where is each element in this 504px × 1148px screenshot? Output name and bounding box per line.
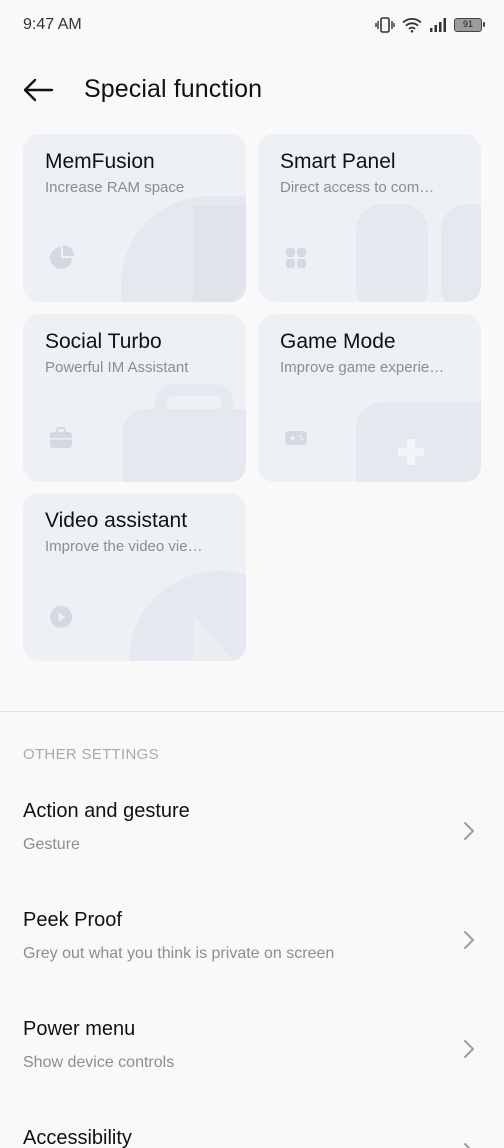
grid-icon xyxy=(286,248,306,268)
card-subtitle: Improve game experie… xyxy=(280,359,445,376)
card-title: Game Mode xyxy=(280,330,396,353)
row-title: Action and gesture xyxy=(23,800,190,822)
status-time: 9:47 AM xyxy=(23,16,82,33)
settings-row-power-menu[interactable]: Power menu Show device controls xyxy=(0,1018,504,1114)
section-header-other-settings: OTHER SETTINGS xyxy=(23,746,159,763)
chevron-right-icon xyxy=(464,931,474,949)
chevron-right-icon xyxy=(464,822,474,840)
gamepad-icon xyxy=(285,431,307,445)
pie-chart-icon xyxy=(50,245,74,269)
card-social-turbo[interactable]: Social Turbo Powerful IM Assistant xyxy=(23,314,246,482)
signal-icon xyxy=(429,17,447,33)
card-title: Video assistant xyxy=(45,509,188,532)
status-icons: 91 xyxy=(375,14,485,36)
card-subtitle: Increase RAM space xyxy=(45,179,185,196)
back-arrow-icon xyxy=(23,78,54,102)
card-title: Smart Panel xyxy=(280,150,396,173)
chevron-right-icon xyxy=(464,1040,474,1058)
card-title: MemFusion xyxy=(45,150,155,173)
status-bar: 9:47 AM 91 xyxy=(0,0,504,52)
row-title: Power menu xyxy=(23,1018,136,1040)
back-button[interactable] xyxy=(18,72,58,108)
vibrate-icon xyxy=(375,16,395,34)
card-subtitle: Improve the video vie… xyxy=(45,538,203,555)
card-memfusion[interactable]: MemFusion Increase RAM space xyxy=(23,134,246,302)
page-title: Special function xyxy=(84,75,263,103)
card-subtitle: Powerful IM Assistant xyxy=(45,359,189,376)
wifi-icon xyxy=(402,17,422,33)
card-video-assistant[interactable]: Video assistant Improve the video vie… xyxy=(23,493,246,661)
play-icon xyxy=(50,606,72,628)
row-subtitle: Show device controls xyxy=(23,1054,175,1071)
card-game-mode[interactable]: Game Mode Improve game experie… xyxy=(258,314,481,482)
briefcase-icon xyxy=(50,427,72,448)
settings-row-peek-proof[interactable]: Peek Proof Grey out what you think is pr… xyxy=(0,909,504,1005)
settings-row-accessibility[interactable]: Accessibility xyxy=(0,1127,504,1148)
card-title: Social Turbo xyxy=(45,330,162,353)
card-subtitle: Direct access to com… xyxy=(280,179,435,196)
chevron-right-icon xyxy=(464,1143,471,1148)
settings-row-action-gesture[interactable]: Action and gesture Gesture xyxy=(0,800,504,896)
row-title: Peek Proof xyxy=(23,909,122,931)
row-title: Accessibility xyxy=(23,1127,132,1148)
section-divider xyxy=(0,711,504,712)
row-subtitle: Gesture xyxy=(23,836,80,853)
row-subtitle: Grey out what you think is private on sc… xyxy=(23,945,335,962)
card-smart-panel[interactable]: Smart Panel Direct access to com… xyxy=(258,134,481,302)
app-header: Special function xyxy=(0,62,504,118)
battery-icon: 91 xyxy=(454,18,485,32)
